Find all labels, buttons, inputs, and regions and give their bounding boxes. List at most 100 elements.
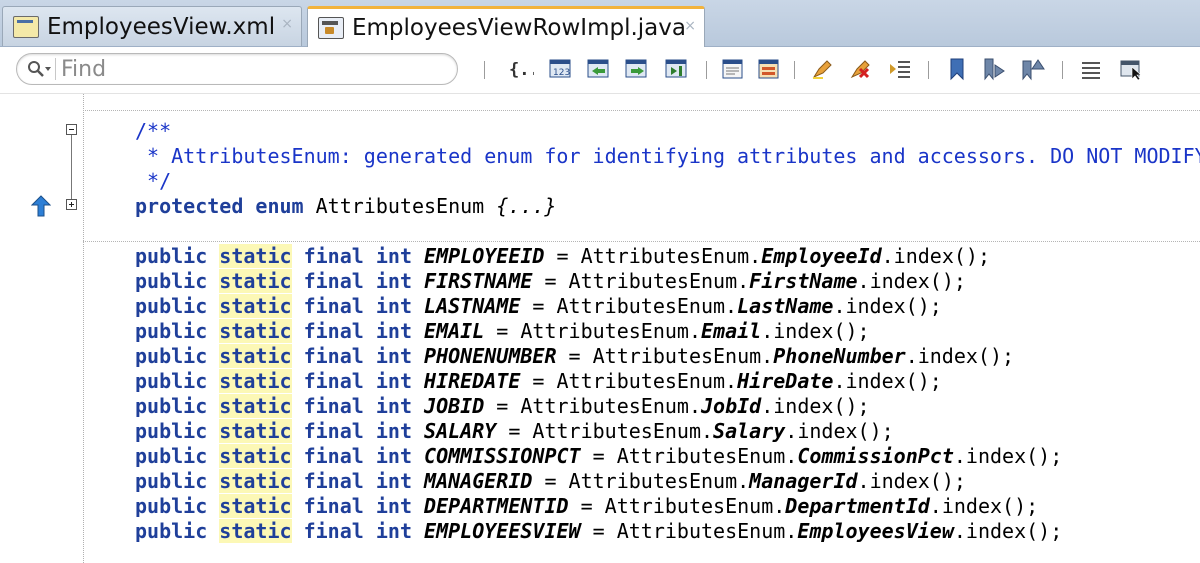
enum-reference: AttributesEnum.	[568, 269, 750, 293]
enum-reference: AttributesEnum.	[520, 319, 701, 343]
comment-body: * AttributesEnum: generated enum for ide…	[135, 144, 1200, 168]
keyword-public: public	[135, 269, 208, 293]
index-call: .index();	[881, 244, 990, 268]
toggle-marks-icon[interactable]	[888, 56, 914, 82]
close-tab-icon[interactable]: ×	[281, 16, 293, 32]
keyword-public: public	[135, 369, 208, 393]
keyword-static: static	[219, 394, 292, 418]
assign-operator: =	[532, 469, 569, 493]
index-call: .index();	[761, 394, 870, 418]
index-call: .index();	[857, 269, 966, 293]
expand-fold-icon[interactable]	[66, 199, 77, 210]
attribute-name: EmployeesView	[797, 519, 954, 543]
keyword-final: final	[303, 269, 364, 293]
collapse-fold-icon[interactable]	[66, 124, 77, 135]
tab-employeesview-xml[interactable]: EmployeesView.xml ×	[2, 6, 302, 46]
java-class-icon	[318, 17, 344, 39]
field-name: LASTNAME	[424, 294, 521, 318]
keyword-static: static	[219, 519, 292, 543]
keyword-public: public	[135, 419, 208, 443]
tab-label: EmployeesView.xml	[47, 13, 276, 40]
assign-operator: =	[496, 419, 533, 443]
keyword-final: final	[303, 244, 364, 268]
go-to-line-icon[interactable]: 123	[548, 56, 574, 82]
last-edit-icon[interactable]	[664, 56, 690, 82]
find-field[interactable]	[16, 53, 458, 85]
attribute-name: Salary	[713, 419, 786, 443]
index-call: .index();	[953, 519, 1063, 543]
override-arrow-up-icon[interactable]	[31, 195, 51, 217]
bookmark-icon[interactable]	[944, 56, 970, 82]
field-name: EMPLOYEESVIEW	[424, 519, 581, 543]
keyword-public: public	[135, 294, 208, 318]
enum-reference: AttributesEnum.	[568, 469, 750, 493]
document-view-icon[interactable]	[720, 56, 746, 82]
find-input[interactable]	[61, 57, 441, 81]
keyword-int: int	[375, 419, 412, 443]
next-bookmark-icon[interactable]	[982, 56, 1008, 82]
field-name: FIRSTNAME	[424, 269, 533, 293]
attribute-name: CommissionPct	[797, 444, 954, 468]
enum-reference: AttributesEnum.	[556, 294, 738, 318]
attribute-name: DepartmentId	[785, 494, 930, 518]
next-edit-icon[interactable]	[624, 56, 650, 82]
keyword-static: static	[219, 244, 292, 268]
keyword-final: final	[303, 344, 364, 368]
svg-text:123: 123	[553, 68, 570, 78]
previous-bookmark-icon[interactable]	[1020, 56, 1046, 82]
window-options-icon[interactable]	[1118, 56, 1144, 82]
keyword-int: int	[375, 319, 412, 343]
svg-text:{..}: {..}	[509, 60, 534, 80]
folded-body-placeholder[interactable]: {...}	[496, 194, 556, 218]
attribute-name: EmployeeId	[761, 244, 882, 268]
field-name: EMAIL	[424, 319, 485, 343]
field-line: public static final int EMPLOYEEID = Att…	[135, 244, 990, 269]
keyword-protected: protected	[135, 194, 244, 218]
keyword-final: final	[303, 319, 364, 343]
field-name: JOBID	[424, 394, 485, 418]
keyword-final: final	[303, 444, 364, 468]
code-editor[interactable]: /** * AttributesEnum: generated enum for…	[0, 94, 1200, 563]
search-icon[interactable]	[27, 60, 51, 80]
keyword-final: final	[303, 519, 364, 543]
field-line: public static final int MANAGERID = Attr…	[135, 469, 966, 494]
split-view-icon[interactable]	[756, 56, 782, 82]
index-call: .index();	[833, 294, 942, 318]
keyword-int: int	[375, 519, 412, 543]
clear-highlight-icon[interactable]	[848, 56, 874, 82]
field-line: public static final int PHONENUMBER = At…	[135, 344, 1014, 369]
assign-operator: =	[544, 244, 581, 268]
highlight-marker-icon[interactable]	[810, 56, 836, 82]
code-block-icon[interactable]: {..}	[508, 56, 534, 82]
field-line: public static final int HIREDATE = Attri…	[135, 369, 942, 394]
assign-operator: =	[568, 494, 605, 518]
keyword-public: public	[135, 444, 208, 468]
keyword-int: int	[375, 444, 412, 468]
index-call: .index();	[929, 494, 1039, 518]
field-name: HIREDATE	[424, 369, 521, 393]
field-line: public static final int DEPARTMENTID = A…	[135, 494, 1038, 519]
keyword-enum: enum	[255, 194, 304, 218]
assign-operator: =	[580, 519, 617, 543]
keyword-int: int	[375, 244, 412, 268]
comment-close: */	[135, 169, 172, 193]
close-tab-icon[interactable]: ×	[684, 18, 696, 34]
field-line: public static final int EMAIL = Attribut…	[135, 319, 870, 344]
enum-reference: AttributesEnum.	[556, 369, 738, 393]
enum-declaration: protected enum AttributesEnum {...}	[135, 194, 556, 219]
field-line: public static final int LASTNAME = Attri…	[135, 294, 942, 319]
assign-operator: =	[520, 294, 557, 318]
editor-tab-strip: EmployeesView.xml × EmployeesViewRowImpl…	[0, 0, 1200, 47]
attribute-name: HireDate	[737, 369, 834, 393]
index-call: .index();	[857, 469, 966, 493]
index-call: .index();	[953, 444, 1063, 468]
previous-edit-icon[interactable]	[586, 56, 612, 82]
assign-operator: =	[532, 269, 569, 293]
keyword-public: public	[135, 344, 208, 368]
keyword-static: static	[219, 319, 292, 343]
align-lines-icon[interactable]	[1078, 56, 1104, 82]
keyword-static: static	[219, 294, 292, 318]
keyword-public: public	[135, 519, 208, 543]
tab-employeesviewrowimpl-java[interactable]: EmployeesViewRowImpl.java ×	[307, 6, 705, 47]
attribute-name: ManagerId	[749, 469, 858, 493]
